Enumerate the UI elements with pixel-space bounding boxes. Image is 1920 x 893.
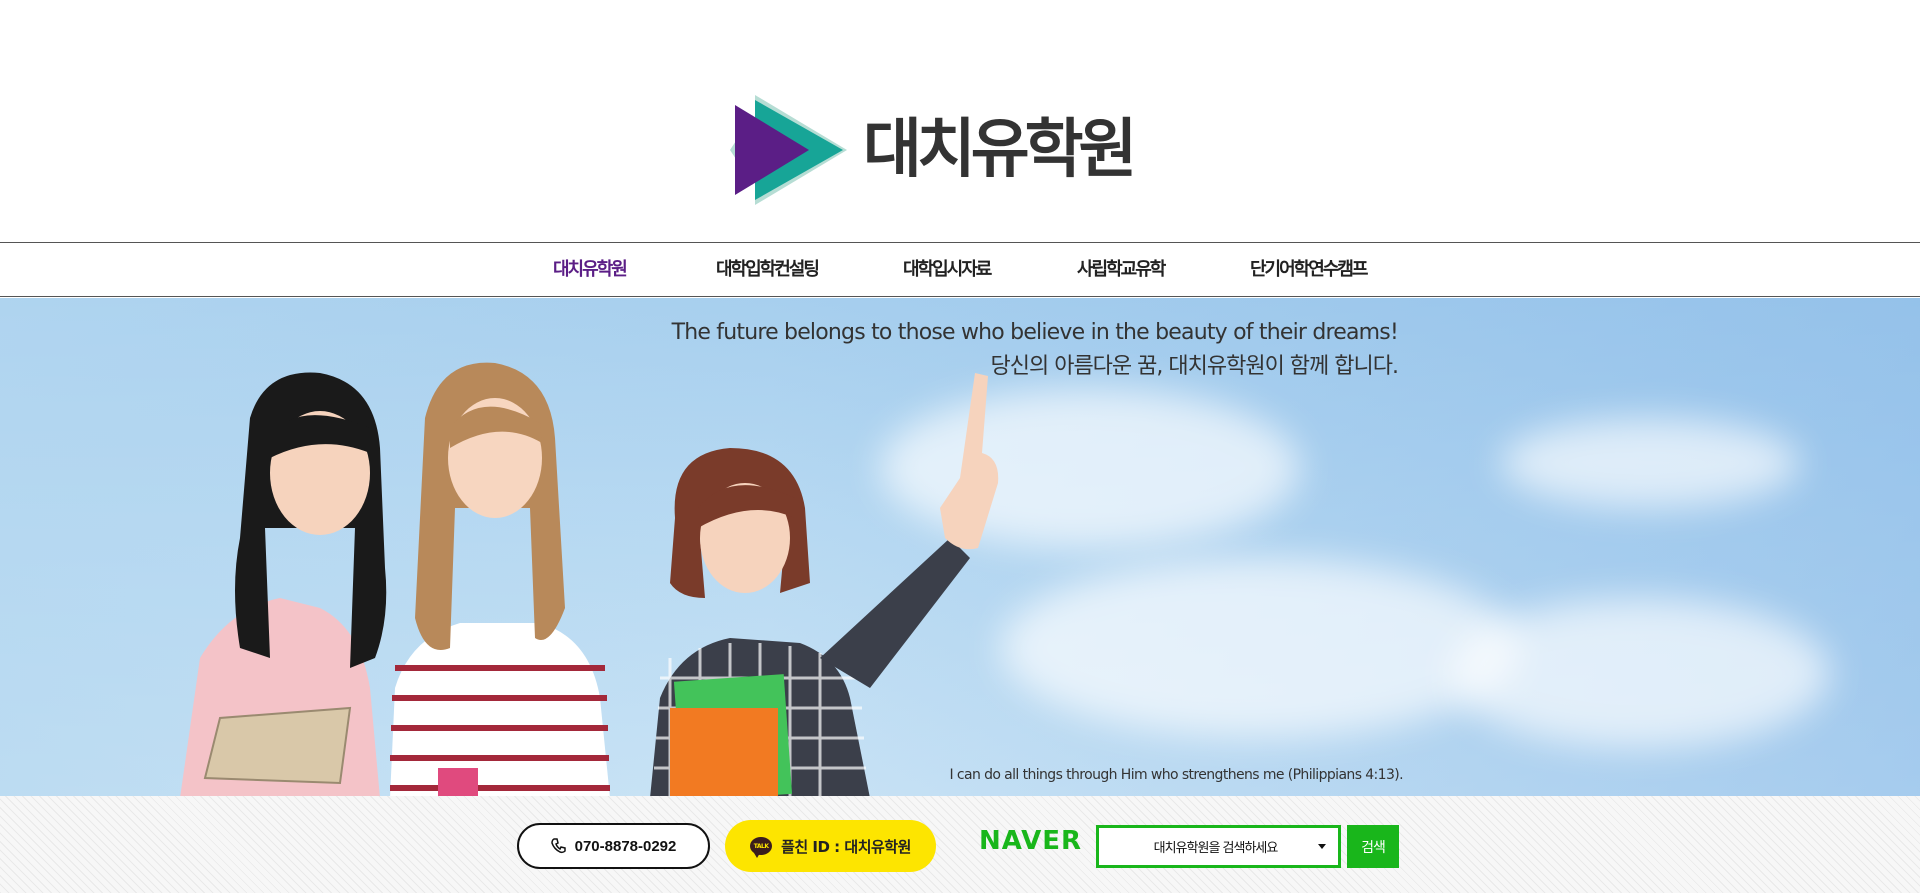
- nav-item-admission-consulting[interactable]: 대학입학컨설팅: [716, 243, 820, 296]
- site-logo[interactable]: 대치유학원: [725, 95, 1137, 205]
- kakao-friend-button[interactable]: TALK 플친 ID : 대치유학원: [725, 820, 936, 872]
- hero-verse: I can do all things through Him who stre…: [949, 767, 1403, 783]
- contact-bar: 070-8878-0292 TALK 플친 ID : 대치유학원 NAVER 대…: [0, 796, 1920, 893]
- nav-item-private-school[interactable]: 사립학교유학: [1077, 243, 1166, 296]
- main-nav: 대치유학원 대학입학컨설팅 대학입시자료 사립학교유학 단기어학연수캠프: [0, 242, 1920, 297]
- logo-text: 대치유학원: [863, 113, 1137, 187]
- naver-search-select[interactable]: 대치유학원을 검색하세요: [1096, 825, 1341, 868]
- cloud: [1500, 418, 1800, 508]
- nav-item-admission-data[interactable]: 대학입시자료: [903, 243, 992, 296]
- hero-quote-en: The future belongs to those who believe …: [671, 320, 1399, 345]
- kakao-talk-icon: TALK: [750, 837, 773, 858]
- hero-banner: The future belongs to those who believe …: [0, 298, 1920, 796]
- students-illustration: [180, 362, 999, 796]
- phone-button[interactable]: 070-8878-0292: [517, 823, 710, 869]
- site-header: 대치유학원: [0, 0, 1920, 242]
- kakao-friend-label: 플친 ID : 대치유학원: [781, 837, 911, 856]
- hero-quote-ko: 당신의 아름다운 꿈, 대치유학원이 함께 합니다.: [990, 354, 1399, 379]
- phone-icon: [550, 838, 567, 854]
- cloud: [1450, 598, 1830, 748]
- naver-search-button[interactable]: 검색: [1347, 825, 1399, 868]
- logo-icon: [730, 95, 847, 205]
- phone-number: 070-8878-0292: [574, 837, 677, 855]
- chevron-down-icon: [1318, 844, 1326, 849]
- naver-logo: NAVER: [979, 826, 1083, 856]
- nav-item-daechi[interactable]: 대치유학원: [553, 243, 628, 296]
- nav-item-language-camp[interactable]: 단기어학연수캠프: [1250, 243, 1368, 296]
- naver-search-value: 대치유학원을 검색하세요: [1153, 841, 1279, 856]
